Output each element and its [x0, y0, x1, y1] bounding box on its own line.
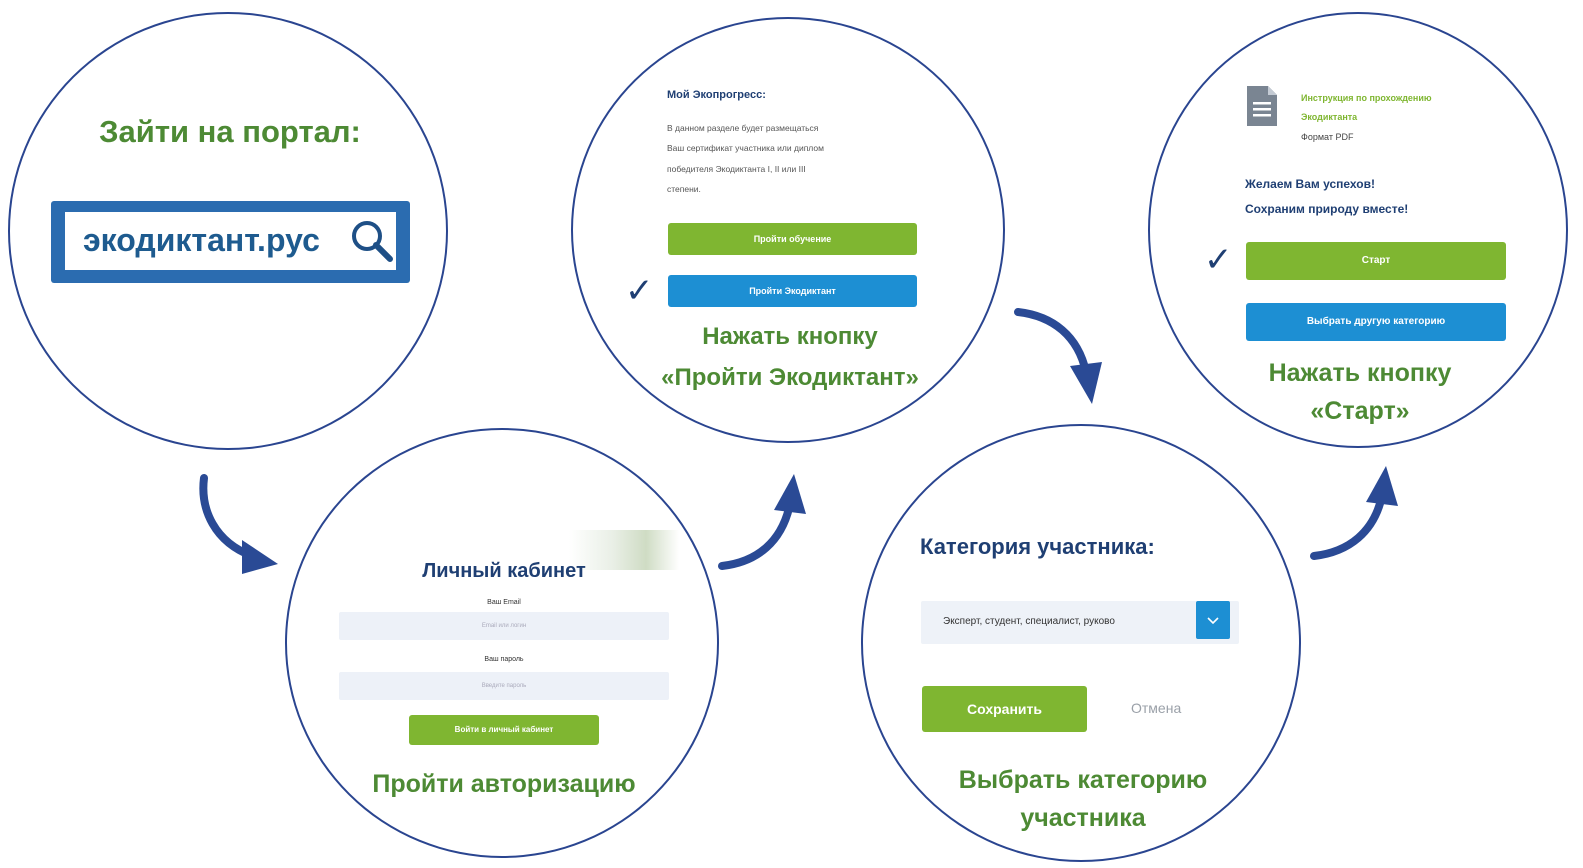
arrow-step3-to-step4	[1014, 308, 1102, 404]
step2-caption: Пройти авторизацию	[372, 770, 636, 798]
email-label: Ваш Email	[487, 599, 521, 606]
step3-line-2: Ваш сертификат участника или диплом	[667, 143, 824, 153]
save-button[interactable]: Сохранить	[922, 686, 1087, 732]
url-search-box[interactable]: экодиктант.рус	[51, 201, 410, 283]
step3-circle: Мой Экопрогресс: В данном разделе будет …	[571, 17, 1005, 443]
other-category-button[interactable]: Выбрать другую категорию	[1246, 303, 1506, 341]
learn-button[interactable]: Пройти обучение	[668, 223, 917, 255]
instruction-link-2[interactable]: Экодиктанта	[1301, 112, 1357, 122]
password-field[interactable]: Введите пароль	[339, 672, 669, 700]
step2-heading: Личный кабинет	[422, 560, 586, 582]
step4-caption-1: Выбрать категорию	[958, 766, 1208, 794]
step3-line-4: степени.	[667, 184, 701, 194]
wish-line-2: Сохраним природу вместе!	[1245, 202, 1409, 216]
step1-circle: Зайти на портал: экодиктант.рус	[8, 12, 448, 450]
chevron-down-icon[interactable]	[1196, 601, 1230, 639]
instruction-link-1[interactable]: Инструкция по прохождению	[1301, 93, 1432, 103]
dictation-button[interactable]: Пройти Экодиктант	[668, 275, 917, 307]
category-select-value: Эксперт, студент, специалист, руково	[943, 616, 1115, 627]
step3-check-icon: ✓	[625, 272, 654, 310]
step4-caption-2: участника	[1020, 804, 1146, 832]
portal-url[interactable]: экодиктант.рус	[83, 222, 320, 259]
doc-format: Формат PDF	[1301, 132, 1354, 142]
arrow-step4-to-step5	[1310, 466, 1398, 560]
cancel-link[interactable]: Отмена	[1131, 700, 1181, 716]
step3-heading: Мой Экопрогресс:	[667, 89, 766, 101]
step1-heading: Зайти на портал:	[99, 114, 361, 149]
category-select[interactable]: Эксперт, студент, специалист, руково	[921, 601, 1239, 644]
step4-circle: Категория участника: Эксперт, студент, с…	[861, 424, 1301, 862]
step2-circle: Личный кабинет Ваш Email Email или логин…	[285, 428, 719, 858]
step5-caption-2: «Старт»	[1310, 397, 1410, 425]
step4-heading: Категория участника:	[920, 534, 1155, 559]
login-button[interactable]: Войти в личный кабинет	[409, 715, 599, 745]
step3-line-3: победителя Экодиктанта I, II или III	[667, 164, 806, 174]
search-icon[interactable]	[349, 218, 395, 264]
password-label: Ваш пароль	[484, 656, 524, 663]
step3-line-1: В данном разделе будет размещаться	[667, 123, 819, 133]
step3-caption-1: Нажать кнопку	[702, 323, 878, 350]
step5-caption-1: Нажать кнопку	[1268, 359, 1452, 387]
arrow-step2-to-step3	[718, 474, 806, 570]
start-button[interactable]: Старт	[1246, 242, 1506, 280]
email-field[interactable]: Email или логин	[339, 612, 669, 640]
wish-line-1: Желаем Вам успехов!	[1245, 177, 1375, 191]
step5-circle: Инструкция по прохождению Экодиктанта Фо…	[1148, 12, 1568, 448]
arrow-step1-to-step2	[199, 474, 278, 574]
document-icon	[1247, 86, 1277, 126]
step5-check-icon: ✓	[1204, 241, 1233, 279]
step3-caption-2: «Пройти Экодиктант»	[661, 364, 919, 391]
